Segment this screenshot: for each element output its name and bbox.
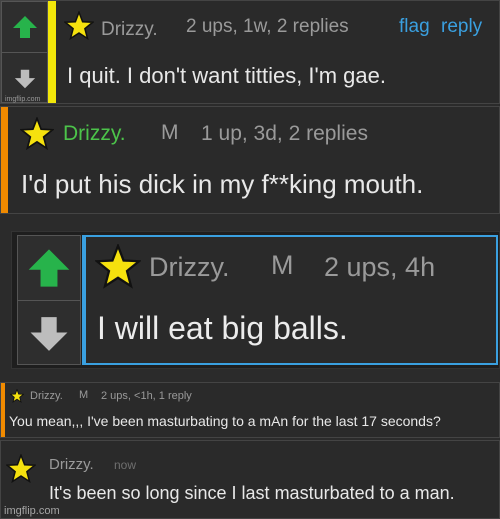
vote-column — [17, 235, 81, 365]
star-icon — [6, 454, 36, 484]
star-icon — [95, 244, 141, 290]
comment-author[interactable]: Drizzy. — [63, 122, 126, 146]
up-arrow-icon — [12, 14, 38, 40]
comment-meta: 2 ups, <1h, 1 reply — [101, 390, 192, 402]
down-arrow-icon — [14, 68, 36, 90]
comment-5: Drizzy. now It's been so long since I la… — [0, 440, 500, 519]
comment-text: I will eat big balls. — [97, 310, 348, 346]
comment-author[interactable]: Drizzy. — [30, 390, 63, 402]
comment-4: Drizzy. M 2 ups, <1h, 1 reply You mean,,… — [0, 382, 500, 438]
reply-link[interactable]: reply — [441, 16, 482, 38]
upvote-button[interactable] — [18, 236, 80, 301]
comment-text: It's been so long since I last masturbat… — [49, 483, 455, 503]
comment-meta: 2 ups, 4h — [324, 252, 436, 282]
comment-2: Drizzy. M 1 up, 3d, 2 replies I'd put hi… — [0, 106, 500, 214]
comment-author[interactable]: Drizzy. — [101, 19, 158, 41]
comment-text: I quit. I don't want titties, I'm gae. — [67, 63, 386, 88]
down-arrow-icon — [29, 314, 69, 354]
comment-meta: now — [114, 458, 137, 472]
comment-1: Drizzy. 2 ups, 1w, 2 replies flag reply … — [0, 0, 500, 104]
comment-text: You mean,,, I've been masturbating to a … — [9, 413, 441, 429]
accent-bar — [48, 1, 56, 103]
comment-text: I'd put his dick in my f**king mouth. — [21, 169, 424, 199]
comment-author[interactable]: Drizzy. — [149, 252, 230, 283]
vote-column — [1, 1, 48, 103]
star-icon — [10, 389, 24, 403]
mod-badge: M — [271, 250, 294, 280]
comment-3: Drizzy. M 2 ups, 4h I will eat big balls… — [11, 231, 500, 369]
comment-meta: 1 up, 3d, 2 replies — [201, 122, 368, 145]
up-arrow-icon — [27, 246, 71, 290]
comment-meta: 2 ups, 1w, 2 replies — [186, 16, 349, 37]
footer-watermark: imgflip.com — [4, 505, 60, 517]
upvote-button[interactable] — [2, 2, 47, 53]
downvote-button[interactable] — [18, 301, 80, 366]
watermark-text: imgflip.com — [5, 96, 41, 103]
star-icon — [64, 11, 94, 41]
mod-badge: M — [79, 389, 89, 401]
flag-link[interactable]: flag — [399, 16, 430, 38]
mod-badge: M — [161, 121, 179, 144]
accent-bar — [1, 383, 5, 437]
star-icon — [20, 117, 54, 151]
comment-author[interactable]: Drizzy. — [49, 456, 94, 473]
accent-bar — [1, 107, 8, 213]
